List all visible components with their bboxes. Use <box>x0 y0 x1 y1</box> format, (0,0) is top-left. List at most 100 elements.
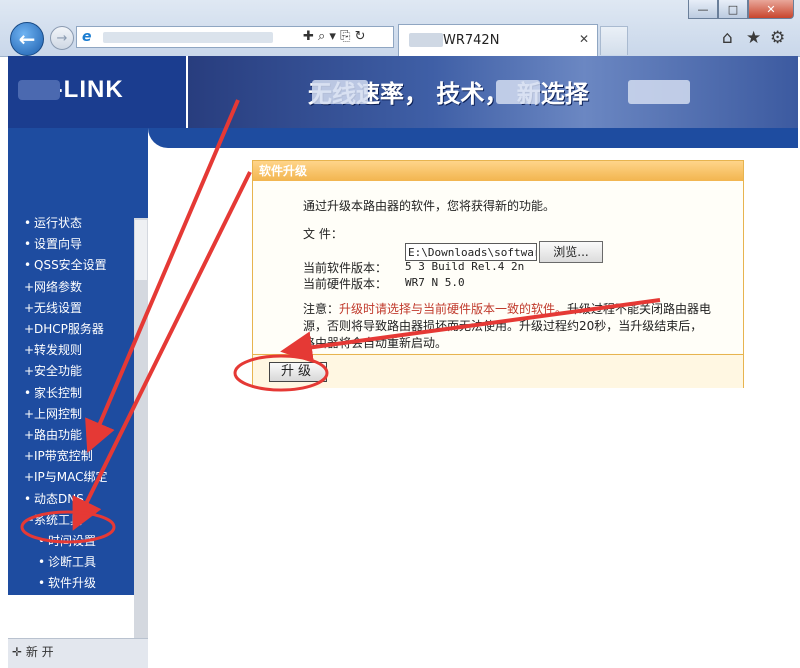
sidebar-bullet-icon: + <box>24 300 35 315</box>
note-prefix: 注意： <box>303 302 340 316</box>
hw-version-label: 当前硬件版本： <box>303 277 388 291</box>
tab-router[interactable]: WR742N ✕ <box>398 24 598 56</box>
slogan-redaction-2 <box>496 80 540 104</box>
back-button[interactable]: ← <box>10 22 44 56</box>
upgrade-button[interactable]: 升级 <box>269 362 327 382</box>
sidebar-scrollbar[interactable] <box>134 218 148 650</box>
sidebar-item-label: QSS安全设置 <box>34 258 107 273</box>
sidebar-item[interactable]: +网络参数 <box>24 278 82 295</box>
sidebar-item-label: DHCP服务器 <box>34 322 104 336</box>
sidebar-item[interactable]: +IP与MAC绑定 <box>24 468 108 485</box>
sidebar-item-label: 无线设置 <box>34 300 83 315</box>
sidebar-bullet-icon: • <box>24 216 32 230</box>
router-page: TP-LINK 无线速率， 技术， 新选择 • 运行状态 • 设置向导 • QSS安全设置… <box>8 56 798 668</box>
tab-title: WR742N <box>443 33 500 48</box>
close-button[interactable]: ✕ <box>748 0 794 19</box>
slogan-redaction-3 <box>628 80 690 104</box>
sidebar-item-label: IP与MAC绑定 <box>34 470 108 485</box>
sidebar-bullet-icon: • <box>38 534 46 548</box>
address-bar[interactable]: e ✚ ⌕ ▾ ⎘ ↻ <box>76 26 394 48</box>
sidebar-scroll-thumb[interactable] <box>135 220 147 280</box>
sidebar-item-label: 系统工具 <box>34 512 83 527</box>
sidebar-item-label: IP带宽控制 <box>34 449 93 464</box>
maximize-button[interactable]: □ <box>718 0 748 19</box>
sidebar-bullet-icon: + <box>24 322 35 336</box>
sidebar-item[interactable]: +安全功能 <box>24 362 82 379</box>
favorites-icon[interactable]: ★ <box>746 28 761 48</box>
sidebar-bullet-icon: • <box>24 258 32 273</box>
sidebar-item[interactable]: +上网控制 <box>24 405 82 422</box>
sidebar-menu: • 运行状态 • 设置向导 • QSS安全设置 +网络参数 +无线设置 +DHCP服务器 +转发规… <box>8 128 148 668</box>
tab-close-icon[interactable]: ✕ <box>579 32 589 46</box>
sidebar-subitem-label: 备份和载入配置 <box>48 618 133 633</box>
sidebar-item[interactable]: +DHCP服务器 <box>24 320 104 337</box>
sidebar-item[interactable]: −系统工具 <box>24 511 82 528</box>
address-controls[interactable]: ✚ ⌕ ▾ ⎘ ↻ <box>303 29 366 44</box>
intro-text: 通过升级本路由器的软件，您将获得新的功能。 <box>303 199 556 213</box>
sidebar-bullet-icon: + <box>24 279 35 294</box>
content-top-curve <box>148 128 798 148</box>
address-text-redacted <box>103 32 273 43</box>
sidebar-item-label: 家长控制 <box>34 385 83 400</box>
sidebar-subitem[interactable]: • 恢复出厂设置 <box>38 596 120 613</box>
sidebar-item[interactable]: • 设置向导 <box>24 235 82 252</box>
button-bar: 升级 <box>253 354 743 388</box>
file-input[interactable]: E:\Downloads\software <box>405 243 537 261</box>
sidebar-item[interactable]: • QSS安全设置 <box>24 256 107 273</box>
sidebar-bullet-icon: + <box>24 449 35 464</box>
bottom-bar-text: ✛ 新 开 <box>12 645 54 659</box>
sidebar-bullet-icon: • <box>38 597 46 612</box>
sidebar-item[interactable]: +IP带宽控制 <box>24 447 93 464</box>
sidebar-bullet-icon: • <box>38 618 46 633</box>
sidebar-item-label: 路由功能 <box>34 428 83 442</box>
window-controls: — □ ✕ <box>688 0 794 19</box>
sw-version-label: 当前软件版本： <box>303 261 388 275</box>
sidebar-item-label: 动态DNS <box>34 491 84 506</box>
sidebar-item[interactable]: • 动态DNS <box>24 490 84 507</box>
sidebar-subitem[interactable]: • 诊断工具 <box>38 553 96 570</box>
sidebar-bullet-icon: + <box>24 428 35 442</box>
panel-body: 通过升级本路由器的软件，您将获得新的功能。 文 件： E:\Downloads\… <box>253 181 743 353</box>
sidebar-item[interactable]: +路由功能 <box>24 426 82 443</box>
tab-favicon-redacted <box>409 33 443 47</box>
sidebar-bullet-icon: • <box>38 576 46 591</box>
note-warning: 升级时请选择与当前硬件版本一致的软件。 <box>339 302 568 316</box>
ie-icon: e <box>82 29 92 45</box>
sidebar-item[interactable]: • 运行状态 <box>24 214 82 231</box>
sidebar-item[interactable]: • 家长控制 <box>24 384 82 401</box>
banner: TP-LINK 无线速率， 技术， 新选择 <box>8 56 798 128</box>
forward-arrow-icon: → <box>56 30 68 46</box>
browse-button[interactable]: 浏览... <box>539 241 603 263</box>
tools-icon[interactable]: ⚙ <box>770 28 785 48</box>
sidebar-subitem[interactable]: • 时间设置 <box>38 532 96 549</box>
sidebar-bullet-icon: + <box>24 470 35 485</box>
upgrade-note: 注意：升级时请选择与当前硬件版本一致的软件。升级过程不能关闭路由器电源，否则将导… <box>303 301 713 352</box>
logo: TP-LINK <box>8 56 188 128</box>
browser-chrome: — □ ✕ ← → e ✚ ⌕ ▾ ⎘ ↻ WR742N ✕ ⌂ ★ ⚙ <box>0 0 800 57</box>
sidebar-bullet-icon: − <box>24 512 35 527</box>
minimize-button[interactable]: — <box>688 0 718 19</box>
sidebar-subitem[interactable]: • 备份和载入配置 <box>38 617 132 634</box>
sidebar-item-label: 安全功能 <box>34 364 83 379</box>
sidebar-bullet-icon: • <box>24 237 32 252</box>
sidebar-subitem-label: 诊断工具 <box>48 555 97 570</box>
slogan-redaction-1 <box>312 80 368 104</box>
sidebar-subitem[interactable]: • 软件升级 <box>38 574 96 591</box>
sidebar-bullet-icon: • <box>24 385 32 400</box>
sw-version-value: 5 3 Build Rel.4 2n <box>405 260 525 273</box>
sidebar-bullet-icon: • <box>24 491 32 506</box>
hw-version-value: WR7 N 5.0 <box>405 276 465 289</box>
new-tab-button[interactable] <box>600 26 628 55</box>
sidebar-item[interactable]: +转发规则 <box>24 341 82 358</box>
panel-title: 软件升级 <box>253 161 743 181</box>
forward-button[interactable]: → <box>50 26 74 50</box>
sidebar-bullet-icon: + <box>24 364 35 379</box>
sidebar-bullet-icon: + <box>24 343 35 358</box>
home-icon[interactable]: ⌂ <box>722 28 733 48</box>
back-arrow-icon: ← <box>18 27 36 51</box>
sidebar-item[interactable]: +无线设置 <box>24 299 82 316</box>
sidebar-item-label: 设置向导 <box>34 237 83 252</box>
sidebar-bottom-bar: ✛ 新 开 <box>8 638 148 668</box>
sidebar-bullet-icon: + <box>24 406 35 421</box>
upgrade-panel: 软件升级 通过升级本路由器的软件，您将获得新的功能。 文 件： E:\Downl… <box>252 160 744 388</box>
